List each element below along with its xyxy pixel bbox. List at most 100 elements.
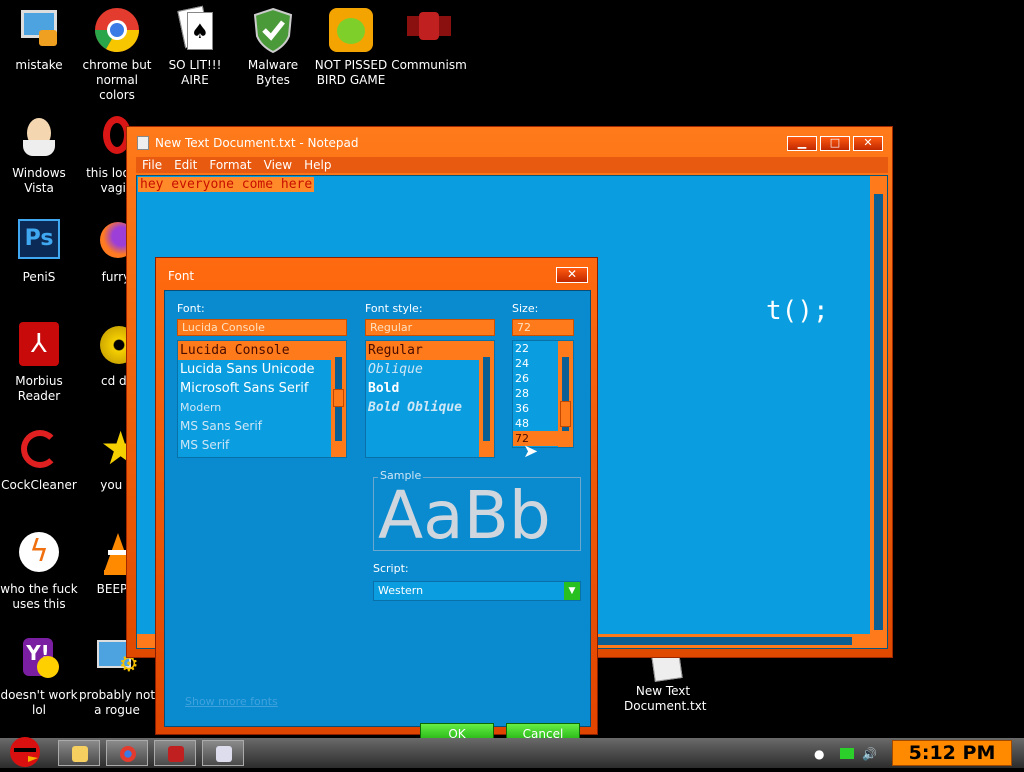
desktop-icon-morbius-reader[interactable]: ⅄ Morbius Reader [0,322,78,404]
record-icon[interactable]: ● [814,747,824,761]
smiley-icon: Y! [15,636,63,684]
angry-bird-icon [10,737,40,767]
taskbar-explorer[interactable] [58,740,100,766]
chevron-down-icon[interactable]: ▼ [564,582,580,600]
notepad-menubar: File Edit Format View Help [136,157,888,173]
menu-help[interactable]: Help [298,157,337,173]
shield-icon [249,6,297,54]
font-name-input[interactable]: Lucida Console [177,319,347,336]
desktop-icon-label: chrome but normal colors [82,58,152,102]
menu-format[interactable]: Format [203,157,257,173]
menu-edit[interactable]: Edit [168,157,203,173]
notepad-icon [216,746,232,762]
font-style-list[interactable]: Regular Oblique Bold Bold Oblique [365,340,495,458]
desktop-icon-communism[interactable]: Communism [390,6,468,73]
speaker-icon[interactable]: 🔊 [862,747,877,761]
list-item[interactable]: Bold [366,379,494,398]
emblem-icon [405,6,453,54]
list-item[interactable]: Oblique [366,360,494,379]
lightning-icon: ϟ [15,530,63,578]
desktop-icon-winamp[interactable]: ϟ who the fuck uses this [0,530,78,612]
folder-icon [72,746,88,762]
font-dialog-title: Font [168,269,195,283]
clock[interactable]: 5:12 PM [892,740,1012,766]
list-item[interactable]: Lucida Console [178,341,346,360]
list-item[interactable]: Lucida Sans Unicode [178,360,346,379]
background-code-text: t(); [766,296,829,326]
script-select[interactable]: Western ▼ [373,581,581,601]
sample-box: Sample AaBb [373,469,581,552]
font-dialog-close-button[interactable]: ✕ [556,267,588,283]
desktop-icon-label: Morbius Reader [15,374,63,403]
pdf-icon: ⅄ [15,322,63,370]
desktop-icon-label: CockCleaner [1,478,77,492]
notepad-text: hey everyone come here [138,177,315,192]
taskbar-notepad[interactable] [202,740,244,766]
desktop-icon-windows-vista[interactable]: Windows Vista [0,114,78,196]
size-label: Size: [512,302,539,315]
size-list[interactable]: 22 24 26 28 36 48 72 [512,340,574,448]
vertical-scrollbar[interactable] [870,176,887,648]
close-button[interactable]: ✕ [853,136,883,151]
desktop-icon-label: NOT PISSED BIRD GAME [314,58,388,87]
photoshop-icon: Ps [15,218,63,266]
size-input[interactable]: 72 [512,319,574,336]
script-label: Script: [373,562,409,575]
font-list[interactable]: Lucida Console Lucida Sans Unicode Micro… [177,340,347,458]
list-item[interactable]: Microsoft Sans Serif [178,379,346,398]
computer-icon [15,6,63,54]
scroll-thumb[interactable] [333,389,344,407]
desktop-icon-ccleaner[interactable]: CockCleaner [0,426,78,493]
pig-icon [327,6,375,54]
chrome-icon [120,746,136,762]
desktop-icon-bird-game[interactable]: NOT PISSED BIRD GAME [312,6,390,88]
font-style-input[interactable]: Regular [365,319,495,336]
desktop-icon-label: Windows Vista [12,166,66,195]
font-dialog[interactable]: Font ✕ Font: Lucida Console Lucida Conso… [155,257,598,745]
desktop-icon-mistake[interactable]: mistake [0,6,78,73]
desktop-icon-label: Malware Bytes [247,58,299,87]
scroll-track [874,194,883,630]
menu-view[interactable]: View [258,157,298,173]
size-list-scrollbar[interactable] [558,341,573,447]
list-item[interactable]: MS Serif [178,436,346,455]
list-item[interactable]: Bold Oblique [366,398,494,417]
taskbar-chrome[interactable] [106,740,148,766]
font-list-scrollbar[interactable] [331,341,346,457]
cards-icon: ♠ [171,5,219,54]
list-item[interactable]: Modern [178,398,346,417]
list-item[interactable]: Regular [366,341,494,360]
desktop-icon-yahoo[interactable]: Y! doesn't work lol [0,636,78,718]
media-icon [168,746,184,762]
desktop-icon-label: who the fuck uses this [0,582,78,611]
taskbar-media[interactable] [154,740,196,766]
sample-text: AaBb [378,480,551,552]
style-list-scrollbar[interactable] [479,341,494,457]
chrome-icon [93,6,141,54]
font-style-label: Font style: [365,302,423,315]
desktop-icon-photoshop[interactable]: Ps PeniS [0,218,78,285]
menu-file[interactable]: File [136,157,168,173]
desktop-icon-label: doesn't work lol [0,688,78,717]
mouse-cursor-icon: ➤ [523,441,539,462]
font-label: Font: [177,302,205,315]
desktop-icon-solitaire[interactable]: ♠ SO LIT!!! AIRE [156,5,234,88]
taskbar: ● 🔊 5:12 PM [0,737,1024,768]
desktop-icon-chrome[interactable]: chrome but normal colors [78,6,156,103]
desktop-icon-label: mistake [15,58,63,72]
show-more-fonts-link[interactable]: Show more fonts [185,695,278,708]
network-icon[interactable] [840,748,854,759]
desktop-icon-malwarebytes[interactable]: Malware Bytes [234,6,312,88]
notepad-icon [137,136,149,150]
list-item[interactable]: MS Sans Serif [178,417,346,436]
font-dialog-body: Font: Lucida Console Lucida Console Luci… [164,290,591,745]
minimize-button[interactable]: ▁ [787,136,817,151]
desktop-icon-label: SO LIT!!! AIRE [168,58,222,87]
start-button[interactable] [0,732,50,768]
maximize-button[interactable]: □ [820,136,850,151]
desktop-icon-label: Communism [391,58,467,72]
desktop-icon-label: probably not a rogue [78,688,156,717]
scroll-thumb[interactable] [560,401,571,427]
desktop-icon-label: New Text Document.txt [624,684,707,713]
notepad-title-text: New Text Document.txt - Notepad [155,136,359,150]
